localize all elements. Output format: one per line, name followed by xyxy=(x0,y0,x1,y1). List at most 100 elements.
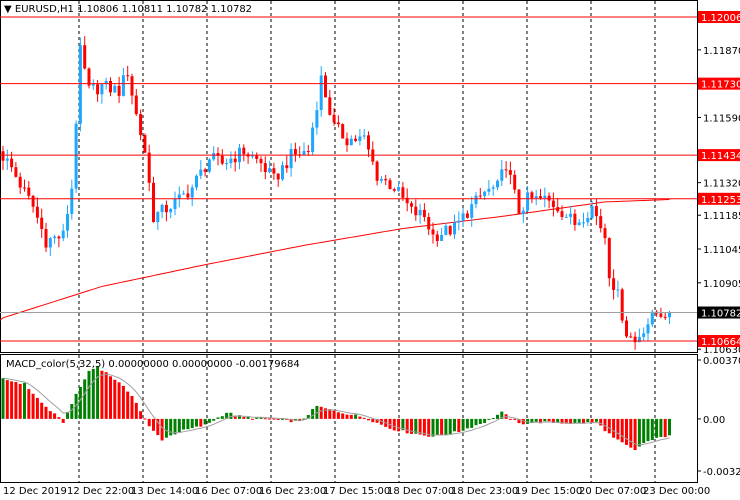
candle xyxy=(263,156,267,180)
candle xyxy=(164,200,168,222)
candle-body xyxy=(410,203,413,207)
candle xyxy=(177,186,181,208)
dropdown-triangle-icon[interactable]: ▼ xyxy=(4,4,12,15)
macd-histogram-bar xyxy=(405,418,409,434)
candle xyxy=(371,141,375,166)
candle-body xyxy=(461,213,465,221)
candle xyxy=(315,101,319,135)
macd-histogram-bar xyxy=(27,389,31,419)
mt4-chart-window: 12 Dec 2019 12 Dec 22:00 13 Dec 14:00 16 De… xyxy=(0,0,740,500)
candle-body xyxy=(539,196,542,199)
macd-histogram-bar xyxy=(354,414,358,419)
candle-body xyxy=(487,188,491,192)
candle xyxy=(199,160,203,180)
macd-histogram-bar xyxy=(186,418,190,430)
candle xyxy=(173,191,177,216)
macd-histogram-bar xyxy=(96,366,100,419)
time-axis-label: 20 Dec 07:00 xyxy=(579,486,646,497)
time-axis-label: 16 Dec 07:00 xyxy=(195,486,262,497)
macd-histogram-bar xyxy=(10,381,14,419)
macd-histogram-bar xyxy=(147,418,151,427)
macd-histogram-bar xyxy=(250,418,254,420)
candle xyxy=(410,201,413,214)
symbol-label: EURUSD,H1 xyxy=(14,4,74,15)
candle xyxy=(272,162,276,180)
candle-body xyxy=(332,114,336,123)
candle xyxy=(130,73,134,105)
candle-body xyxy=(255,155,259,159)
macd-histogram-bar xyxy=(397,418,401,432)
candle-body xyxy=(474,195,478,205)
macd-histogram-bar xyxy=(216,417,220,419)
candle xyxy=(139,109,143,141)
macd-histogram-bar xyxy=(431,418,435,437)
candle xyxy=(440,227,444,241)
macd-histogram-bar xyxy=(616,418,620,440)
candle xyxy=(324,72,327,98)
candle-body xyxy=(612,278,616,290)
macd-histogram-bar xyxy=(547,418,551,422)
macd-histogram-bar xyxy=(113,379,117,419)
candle-body xyxy=(448,225,452,235)
macd-histogram-bar xyxy=(663,418,667,438)
macd-histogram-bar xyxy=(126,391,130,419)
time-axis-label: 12 Dec 22:00 xyxy=(67,486,134,497)
price-chart[interactable]: 12 Dec 2019 12 Dec 22:0013 Dec 14:0016 De… xyxy=(0,0,740,500)
candle xyxy=(543,187,547,208)
candle xyxy=(220,149,224,166)
candle-body xyxy=(349,138,353,146)
macd-name: MACD_color(5,32,5) xyxy=(6,359,106,370)
macd-histogram-bar xyxy=(57,417,61,419)
candle xyxy=(242,144,246,162)
time-axis-label: 13 Dec 14:00 xyxy=(131,486,198,497)
candle xyxy=(285,155,289,173)
macd-histogram-bar xyxy=(229,412,233,419)
candle-body xyxy=(143,135,147,153)
candle xyxy=(328,89,332,116)
macd-histogram-bar xyxy=(104,372,108,419)
candle xyxy=(319,66,323,117)
macd-histogram-bar xyxy=(177,418,181,433)
candle-body xyxy=(362,135,366,137)
level-price-label: 1.11253 xyxy=(701,195,740,206)
macd-histogram-bar xyxy=(513,418,517,420)
macd-histogram-bar xyxy=(392,418,396,431)
candle xyxy=(160,203,164,219)
macd-histogram-bar xyxy=(543,418,547,422)
candle-body xyxy=(392,189,396,191)
macd-histogram-bar xyxy=(14,381,18,419)
candle-body xyxy=(465,213,469,218)
candle-body xyxy=(35,206,39,218)
macd-histogram-bar xyxy=(268,418,272,420)
macd-header: MACD_color(5,32,5) 0.00000000 0.00000000… xyxy=(6,359,300,370)
candle-body xyxy=(233,158,237,163)
candle xyxy=(487,180,491,196)
candle xyxy=(375,160,379,186)
time-axis-label: 19 Dec 15:00 xyxy=(515,486,582,497)
candle xyxy=(504,161,508,178)
candle-body xyxy=(328,97,332,115)
candle-body xyxy=(625,320,628,337)
time-axis-label: 23 Dec 00:00 xyxy=(643,486,710,497)
level-price-label: 1.11730 xyxy=(701,80,740,91)
candle xyxy=(547,192,551,209)
candle-body xyxy=(397,187,401,191)
candle xyxy=(152,176,155,223)
candle-body xyxy=(414,206,418,216)
candle xyxy=(238,144,241,170)
macd-histogram-bar xyxy=(440,418,444,435)
candle xyxy=(186,184,190,200)
candle xyxy=(642,327,646,342)
candle xyxy=(569,206,573,225)
candle-body xyxy=(302,151,306,156)
macd-histogram-bar xyxy=(311,408,315,419)
macd-histogram-bar xyxy=(70,403,74,419)
candle xyxy=(57,235,61,248)
candle-body xyxy=(504,169,508,171)
candle xyxy=(169,208,173,219)
macd-histogram-bar xyxy=(435,418,439,435)
candle xyxy=(18,172,22,194)
macd-histogram-bar xyxy=(18,383,22,419)
macd-histogram-bar xyxy=(470,418,474,428)
candle xyxy=(289,143,293,177)
